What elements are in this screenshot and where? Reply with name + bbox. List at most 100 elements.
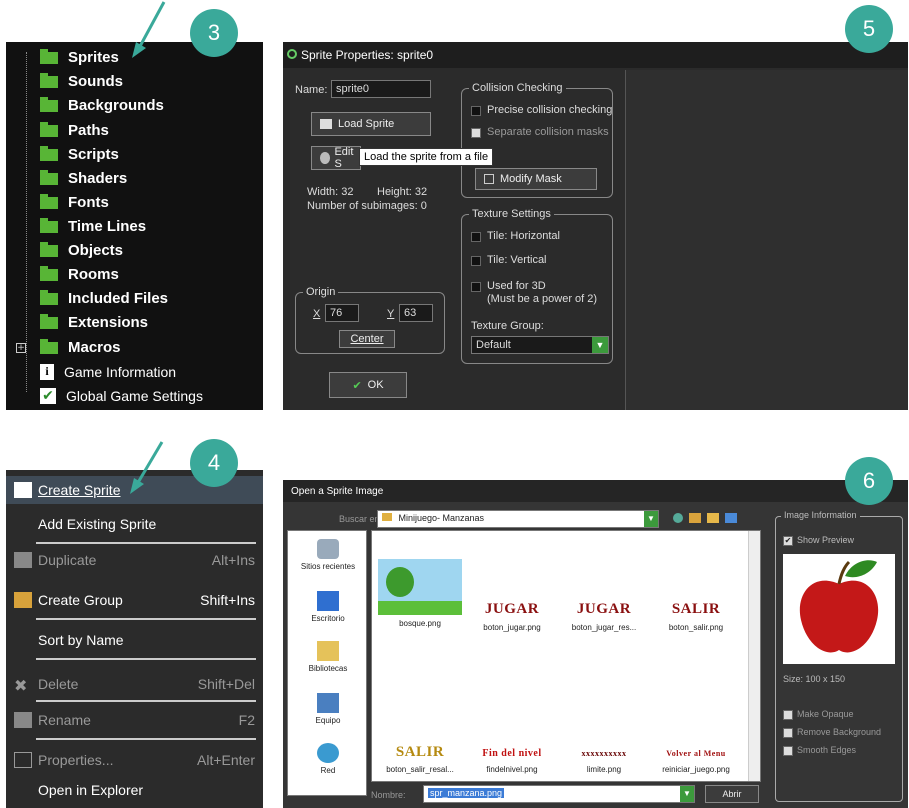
place-computer[interactable]: Equipo [288, 693, 368, 725]
make-opaque-checkbox[interactable] [783, 710, 793, 720]
tree-item-scripts[interactable]: Scripts [40, 143, 119, 166]
file-thumbnail: SALIR [395, 743, 445, 760]
ground-thumbnail-shape [378, 601, 462, 615]
duplicate-icon [14, 552, 32, 568]
menu-item-shortcut: Alt+Enter [197, 752, 255, 768]
tree-item-shaders[interactable]: Shaders [40, 167, 127, 190]
y-label: Y [387, 308, 395, 320]
file-thumbnail: Volver al Menu [666, 748, 726, 758]
folder-icon [40, 96, 58, 112]
tile-horizontal-checkbox[interactable] [471, 232, 481, 242]
folder-icon [40, 265, 58, 281]
file-item[interactable]: SALIR boton_salir_resal... [376, 743, 464, 775]
file-name-label: Nombre: [371, 790, 406, 800]
menu-separator [36, 700, 256, 702]
tree-item-paths[interactable]: Paths [40, 119, 109, 142]
tree-item-time-lines[interactable]: Time Lines [40, 215, 146, 238]
menu-item-rename[interactable]: Rename F2 [6, 706, 263, 734]
place-recent[interactable]: Sitios recientes [288, 539, 368, 571]
menu-item-add-existing-sprite[interactable]: Add Existing Sprite [6, 510, 263, 538]
tree-item-label: Global Game Settings [66, 387, 203, 404]
recent-places-icon [317, 539, 339, 559]
window-titlebar: Sprite Properties: sprite0 [283, 42, 908, 68]
separate-masks-checkbox[interactable] [471, 128, 481, 138]
file-item[interactable]: SALIR boton_salir.png [652, 599, 740, 633]
up-folder-icon[interactable] [689, 513, 701, 523]
menu-separator [36, 658, 256, 660]
back-icon[interactable] [673, 513, 683, 523]
dialog-titlebar: Open a Sprite Image [283, 480, 908, 502]
tree-guide-line [26, 52, 27, 392]
used-3d-checkbox[interactable] [471, 282, 481, 292]
open-button[interactable]: Abrir [705, 785, 759, 803]
load-sprite-button[interactable]: Load Sprite [311, 112, 431, 136]
ok-button[interactable]: ✔ OK [329, 372, 407, 398]
place-network[interactable]: Red [288, 743, 368, 775]
center-button[interactable]: Center [339, 330, 395, 348]
remove-background-checkbox[interactable] [783, 728, 793, 738]
menu-item-sort-by-name[interactable]: Sort by Name [6, 626, 263, 654]
tree-item-extensions[interactable]: Extensions [40, 311, 148, 334]
tree-item-fonts[interactable]: Fonts [40, 191, 109, 214]
file-item[interactable]: bosque.png [376, 559, 464, 628]
menu-item-label: Duplicate [38, 552, 97, 568]
tree-item-macros[interactable]: Macros [40, 336, 121, 359]
menu-item-open-in-explorer[interactable]: Open in Explorer [6, 776, 263, 804]
expand-icon[interactable]: + [16, 343, 26, 353]
file-item[interactable]: JUGAR boton_jugar.png [468, 599, 556, 633]
width-text: Width: 32 [307, 186, 354, 198]
tree-item-label: Time Lines [68, 218, 147, 235]
file-list-scrollbar[interactable] [748, 531, 760, 781]
tile-vertical-checkbox[interactable] [471, 256, 481, 266]
file-thumbnail: JUGAR [484, 600, 540, 617]
create-sprite-icon [14, 482, 32, 498]
pointer-arrow-sprites [132, 1, 166, 58]
file-item[interactable]: Fin del nivel findelnivel.png [468, 745, 556, 775]
tree-item-backgrounds[interactable]: Backgrounds [40, 94, 164, 117]
file-name: findelnivel.png [486, 765, 538, 774]
tree-item-objects[interactable]: Objects [40, 239, 123, 262]
tree-item-rooms[interactable]: Rooms [40, 263, 119, 286]
folder-icon [40, 145, 58, 161]
file-thumbnail [378, 559, 462, 615]
file-item[interactable]: Volver al Menu reiniciar_juego.png [652, 745, 740, 775]
sprite-preview-area [625, 70, 908, 410]
menu-separator [36, 542, 256, 544]
view-menu-icon[interactable] [725, 513, 737, 523]
place-desktop[interactable]: Escritorio [288, 591, 368, 623]
smooth-edges-checkbox[interactable] [783, 746, 793, 756]
create-group-icon [14, 592, 32, 608]
tile-vertical-label: Tile: Vertical [487, 254, 547, 266]
file-item[interactable]: JUGAR boton_jugar_res... [560, 599, 648, 633]
menu-item-properties[interactable]: Properties... Alt+Enter [6, 746, 263, 774]
menu-item-delete[interactable]: ✖ Delete Shift+Del [6, 670, 263, 698]
sprite-name-input[interactable]: sprite0 [331, 80, 431, 98]
edit-sprite-button[interactable]: Edit S [311, 146, 361, 170]
settings-check-icon: ✔ [40, 387, 56, 404]
tree-item-included-files[interactable]: Included Files [40, 287, 168, 310]
tree-item-label: Scripts [68, 146, 119, 163]
look-in-value: Minijuego- Manzanas [398, 513, 485, 523]
tree-item-game-information[interactable]: i Game Information [40, 360, 176, 383]
make-opaque-label: Make Opaque [797, 709, 854, 719]
file-name-input[interactable]: spr_manzana.png ▼ [423, 785, 695, 803]
collision-group-label: Collision Checking [469, 82, 566, 94]
libraries-icon [317, 641, 339, 661]
show-preview-checkbox[interactable]: ✔ [783, 536, 793, 546]
origin-y-input[interactable]: 63 [399, 304, 433, 322]
tree-item-global-game-settings[interactable]: ✔ Global Game Settings [40, 384, 203, 407]
texture-group-select[interactable]: Default ▼ [471, 336, 609, 354]
file-item[interactable]: xxxxxxxxxx limite.png [560, 745, 648, 775]
file-name: limite.png [586, 765, 622, 774]
menu-item-create-group[interactable]: Create Group Shift+Ins [6, 586, 263, 614]
precise-collision-checkbox[interactable] [471, 106, 481, 116]
origin-x-input[interactable]: 76 [325, 304, 359, 322]
menu-item-duplicate[interactable]: Duplicate Alt+Ins [6, 546, 263, 574]
modify-mask-button[interactable]: Modify Mask [475, 168, 597, 190]
new-folder-icon[interactable] [707, 513, 719, 523]
look-in-select[interactable]: Minijuego- Manzanas ▼ [377, 510, 659, 528]
smooth-edges-label: Smooth Edges [797, 745, 857, 755]
tree-item-sprites[interactable]: Sprites [40, 46, 119, 69]
tree-item-sounds[interactable]: Sounds [40, 70, 123, 93]
place-libraries[interactable]: Bibliotecas [288, 641, 368, 673]
